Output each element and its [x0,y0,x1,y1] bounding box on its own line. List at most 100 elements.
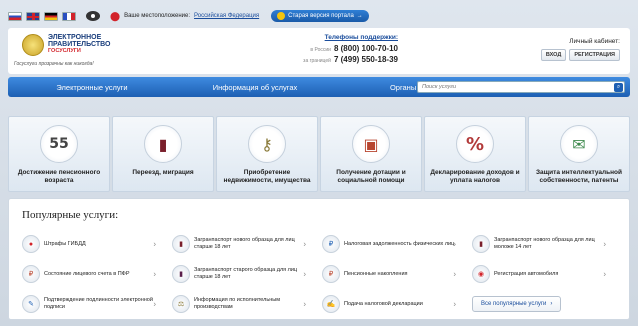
category-label: Получение дотации и социальной помощи [336,169,406,184]
svc-glyph: ⚖ [177,301,185,308]
phone-number: 8 (800) 100-70-10 [333,44,398,53]
savings-icon: ₽ [322,265,340,283]
package-glyph: ▣ [363,134,379,154]
traffic-light-icon: ● [22,235,40,253]
service-label: Загранпаспорт нового образца для лиц мол… [494,237,595,250]
chevron-right-icon: › [153,239,156,249]
passport-child-icon: ▮ [472,235,490,253]
service-label: Загранпаспорт старого образца для лиц ст… [194,267,298,280]
category-taxes[interactable]: % Декларирование доходов и уплата налого… [424,116,526,192]
passport-icon: ▮ [144,125,182,163]
search-input[interactable] [418,82,624,92]
chevron-right-icon: › [550,301,553,307]
category-label: Декларирование доходов и уплата налогов [430,169,520,184]
personal-cabinet: Личный кабинет: ВХОД РЕГИСТРАЦИЯ [540,38,620,61]
support-phones: Телефоны поддержки: в России 8 (800) 100… [278,34,398,66]
location-pin-icon: ⬤ [110,10,121,21]
site-logo[interactable]: ЭЛЕКТРОННОЕ ПРАВИТЕЛЬСТВО ГОСУСЛУГИ [22,34,110,56]
accessibility-eye-icon[interactable] [86,11,100,21]
certificate-icon: ✉ [560,125,598,163]
category-property[interactable]: ⚷ Приобретение недвижимости, имущества [216,116,318,192]
chevron-right-icon: › [303,239,306,249]
service-item[interactable]: ₽ Налоговая задолженность физических лиц… [322,229,472,259]
login-button[interactable]: ВХОД [540,49,567,61]
nav-item-e-services[interactable]: Электронные услуги [8,83,158,92]
register-button[interactable]: РЕГИСТРАЦИЯ [569,49,620,61]
svc-glyph: ✍ [326,301,336,308]
service-item[interactable]: ✎ Подтверждение подлинности электронной … [22,289,172,319]
svc-glyph: ₽ [28,271,34,278]
svc-glyph: ▮ [179,271,183,278]
all-popular-services-button[interactable]: Все популярные услуги › [472,296,562,312]
percent-glyph: % [465,133,485,155]
category-social-aid[interactable]: ▣ Получение дотации и социальной помощи [320,116,422,192]
passport-glyph: ▮ [158,134,168,154]
service-label: Налоговая задолженность физических лиц [344,240,455,247]
all-services-cell: Все популярные услуги › [472,289,622,319]
logo-line3: ГОСУСЛУГИ [48,48,81,54]
chevron-right-icon: › [153,269,156,279]
emblem-icon [22,34,44,56]
calendar-55-icon: 55 [40,125,78,163]
svc-glyph: ₽ [328,271,334,278]
life-situations: 55 Достижение пенсионного возраста ▮ Пер… [8,116,630,194]
service-item[interactable]: ● Штрафы ГИБДД › [22,229,172,259]
service-item[interactable]: ▮ Загранпаспорт нового образца для лиц с… [172,229,322,259]
all-services-label: Все популярные услуги [481,301,547,307]
category-patents[interactable]: ✉ Защита интеллектуальной собственности,… [528,116,630,192]
chevron-right-icon: › [153,299,156,309]
service-item[interactable]: ✍ Подача налоговой декларации › [322,289,472,319]
category-retirement[interactable]: 55 Достижение пенсионного возраста [8,116,110,192]
passport-icon: ▮ [172,235,190,253]
category-label: Защита интеллектуальной собственности, п… [535,169,623,184]
chevron-right-icon: › [453,299,456,309]
service-item[interactable]: ⚖ Информация по исполнительным производс… [172,289,322,319]
svc-glyph: ▮ [479,241,483,248]
chevron-right-icon: › [453,239,456,249]
keys-glyph: ⚷ [261,134,273,154]
package-icon: ▣ [352,125,390,163]
service-item[interactable]: ₽ Пенсионные накопления › [322,259,472,289]
flag-ru-icon[interactable] [8,11,22,21]
service-item[interactable]: ◉ Регистрация автомобиля › [472,259,622,289]
chevron-right-icon: › [603,239,606,249]
phone-row: в России 8 (800) 100-70-10 [278,44,398,55]
phone-number: 7 (499) 550-18-39 [333,55,398,64]
flag-uk-icon[interactable] [26,11,40,21]
location-label: Ваше местоположение: [124,13,191,19]
nav-item-service-info[interactable]: Информация об услугах [180,83,330,92]
phone-row: за границей 7 (499) 550-18-39 [278,55,398,66]
service-label: Пенсионные накопления [344,270,408,277]
tax-icon: ₽ [322,235,340,253]
phone-label: за границей [303,58,331,64]
location-link[interactable]: Российская Федерация [194,13,259,19]
chevron-right-icon: › [303,299,306,309]
flag-de-icon[interactable] [44,11,58,21]
service-item[interactable]: ▮ Загранпаспорт старого образца для лиц … [172,259,322,289]
svc-glyph: ◉ [477,271,485,278]
svc-glyph: ✎ [28,301,34,308]
phones-title[interactable]: Телефоны поддержки: [278,34,398,41]
popular-services: Популярные услуги: ● Штрафы ГИБДД › ▮ За… [8,198,630,320]
flag-fr-icon[interactable] [62,11,76,21]
calendar-glyph: 55 [49,136,69,152]
service-item[interactable]: ▮ Загранпаспорт нового образца для лиц м… [472,229,622,259]
passport-old-icon: ▮ [172,265,190,283]
service-label: Состояние лицевого счета в ПФР [44,270,130,277]
scales-icon: ⚖ [172,295,190,313]
arrow-right-icon: → [356,13,363,19]
popular-title: Популярные услуги: [22,209,119,221]
percent-icon: % [456,125,494,163]
service-item[interactable]: ₽ Состояние лицевого счета в ПФР › [22,259,172,289]
category-label: Достижение пенсионного возраста [17,169,101,184]
old-version-button[interactable]: Старая версия портала → [271,10,369,22]
category-migration[interactable]: ▮ Переезд, миграция [112,116,214,192]
search-icon[interactable]: ⌕ [614,83,623,92]
service-label: Подтверждение подлинности электронной по… [44,297,153,310]
svc-glyph: ₽ [328,241,334,248]
signature-icon: ✎ [22,295,40,313]
service-label: Регистрация автомобиля [494,270,559,277]
svc-glyph: ● [28,240,34,248]
category-label: Приобретение недвижимости, имущества [223,169,311,184]
logo-line2: ПРАВИТЕЛЬСТВО [48,41,111,48]
